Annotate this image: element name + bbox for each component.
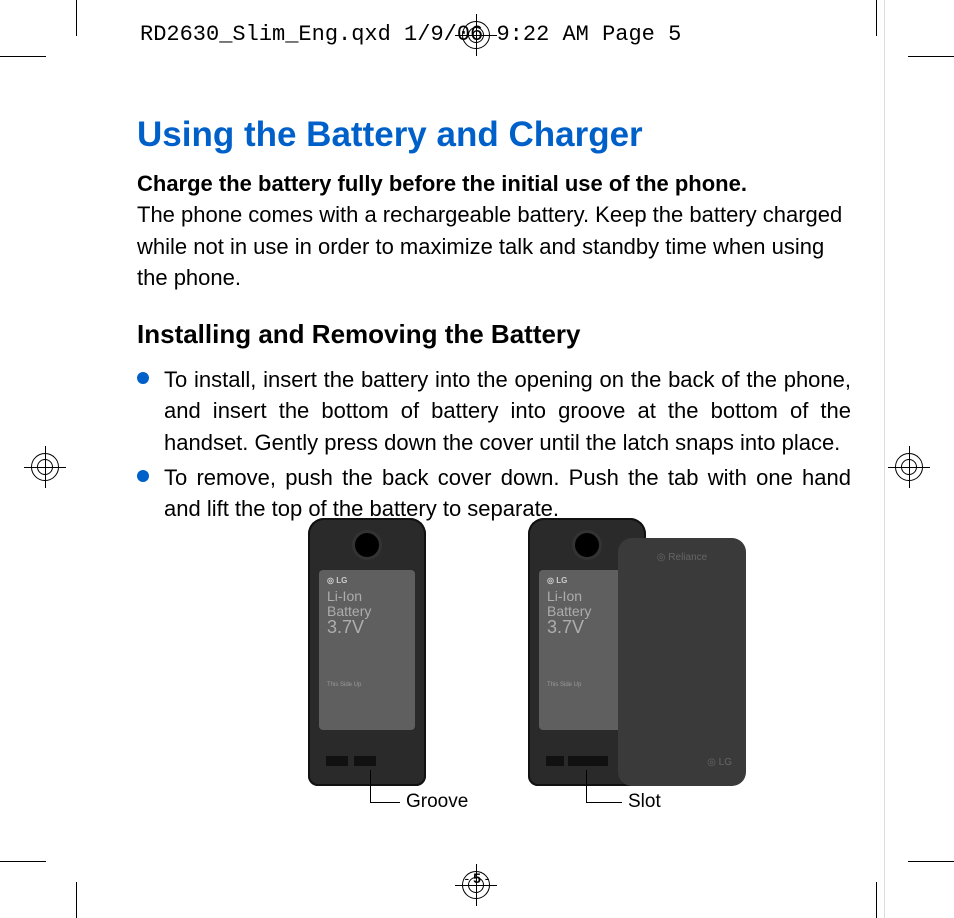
callout-leader xyxy=(370,770,371,802)
connector-slot xyxy=(546,756,628,770)
battery-text: Battery xyxy=(327,604,407,619)
subsection-title: Installing and Removing the Battery xyxy=(137,319,851,350)
callout-label-slot: Slot xyxy=(628,791,661,813)
crop-mark xyxy=(0,861,46,862)
phone-illustration-left: ◎ LG Li-Ion Battery 3.7V This Side Up xyxy=(308,518,426,786)
battery-illustration: ◎ LG Li-Ion Battery 3.7V This Side Up xyxy=(319,570,415,730)
registration-mark-left xyxy=(24,446,66,488)
crop-mark xyxy=(908,56,954,57)
battery-voltage: 3.7V xyxy=(547,618,627,636)
page-edge xyxy=(884,0,885,918)
connector-groove xyxy=(326,756,408,770)
bullet-list: To install, insert the battery into the … xyxy=(137,364,851,524)
cover-text: ◎ Reliance xyxy=(657,552,707,563)
callout-leader xyxy=(370,802,400,803)
page-number: - 5 - xyxy=(0,870,954,886)
callout-leader xyxy=(586,770,587,802)
registration-mark-right xyxy=(888,446,930,488)
section-title: Using the Battery and Charger xyxy=(137,115,851,155)
callout-leader xyxy=(586,802,622,803)
crop-mark xyxy=(0,56,46,57)
camera-icon xyxy=(352,530,382,560)
bullet-item: To install, insert the battery into the … xyxy=(137,364,851,458)
crop-mark xyxy=(876,0,877,36)
battery-brand: ◎ LG xyxy=(547,576,627,585)
bullet-item: To remove, push the back cover down. Pus… xyxy=(137,462,851,524)
content-column: Using the Battery and Charger Charge the… xyxy=(137,115,851,528)
lead-bold: Charge the battery fully before the init… xyxy=(137,169,851,199)
back-cover-illustration: ◎ Reliance ◎ LG xyxy=(618,538,746,786)
cover-text: ◎ LG xyxy=(707,757,732,768)
battery-text: Li-Ion xyxy=(547,589,627,604)
crop-mark xyxy=(908,861,954,862)
crop-mark xyxy=(76,882,77,918)
battery-side-label: This Side Up xyxy=(547,682,627,688)
header-slug: RD2630_Slim_Eng.qxd 1/9/06 9:22 AM Page … xyxy=(140,22,681,47)
battery-text: Battery xyxy=(547,604,627,619)
lead-body: The phone comes with a rechargeable batt… xyxy=(137,199,851,293)
callout-label-groove: Groove xyxy=(406,791,468,813)
camera-icon xyxy=(572,530,602,560)
figure-area: ◎ LG Li-Ion Battery 3.7V This Side Up Gr… xyxy=(270,518,790,848)
crop-mark xyxy=(76,0,77,36)
battery-brand: ◎ LG xyxy=(327,576,407,585)
battery-side-label: This Side Up xyxy=(327,682,407,688)
crop-mark xyxy=(876,882,877,918)
battery-text: Li-Ion xyxy=(327,589,407,604)
battery-voltage: 3.7V xyxy=(327,618,407,636)
page: { "header_slug": "RD2630_Slim_Eng.qxd 1/… xyxy=(0,0,954,918)
